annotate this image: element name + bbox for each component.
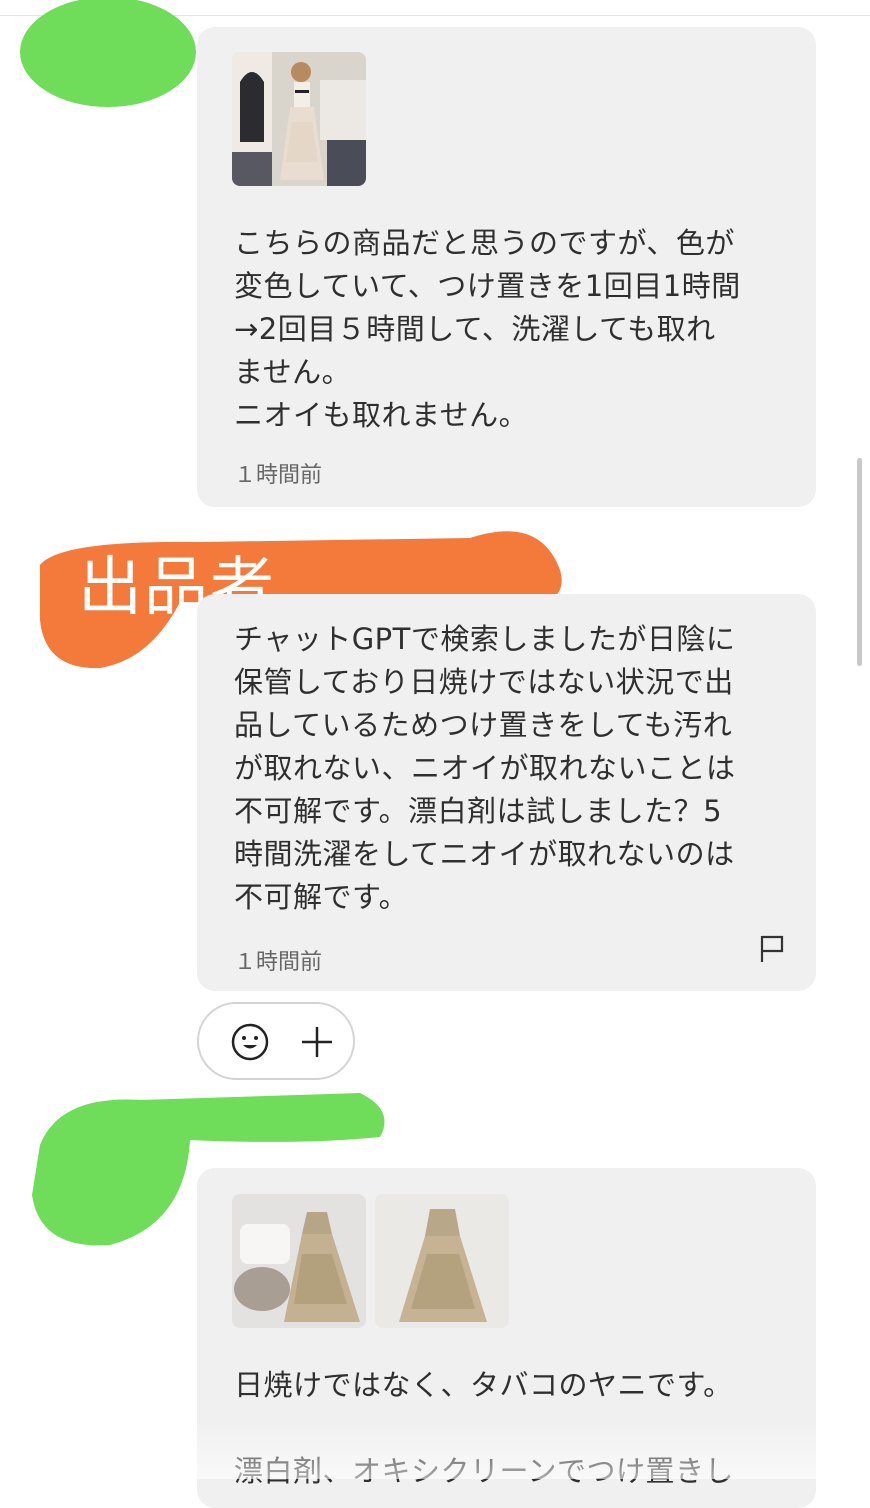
add-reaction-icon[interactable] bbox=[300, 1025, 334, 1059]
message-timestamp: １時間前 bbox=[234, 463, 323, 488]
product-photo[interactable] bbox=[232, 1194, 366, 1328]
message-text: こちらの商品だと思うのですが、色が 変色していて、つけ置きを1回目1時間 →2回… bbox=[234, 226, 741, 432]
photo-woman-dress-icon bbox=[232, 52, 366, 186]
emoji-reaction-icon[interactable] bbox=[230, 1022, 270, 1062]
photo-dress-icon bbox=[375, 1194, 509, 1328]
message-text: チャットGPTで検索しましたが日陰に 保管しており日焼けではない状況で出 品して… bbox=[234, 622, 736, 914]
redaction-mark bbox=[20, 0, 196, 107]
message-bubble: チャットGPTで検索しましたが日陰に 保管しており日焼けではない状況で出 品して… bbox=[197, 594, 816, 991]
scrollbar[interactable] bbox=[857, 458, 862, 666]
message-bubble: こちらの商品だと思うのですが、色が 変色していて、つけ置きを1回目1時間 →2回… bbox=[197, 27, 816, 507]
reaction-bar bbox=[197, 1002, 355, 1080]
bottom-fade bbox=[0, 1420, 870, 1479]
report-flag-icon[interactable] bbox=[758, 934, 786, 964]
product-photo[interactable] bbox=[232, 52, 366, 186]
photo-dress-with-items-icon bbox=[232, 1194, 366, 1328]
message-timestamp: １時間前 bbox=[234, 950, 323, 975]
product-photo[interactable] bbox=[375, 1194, 509, 1328]
